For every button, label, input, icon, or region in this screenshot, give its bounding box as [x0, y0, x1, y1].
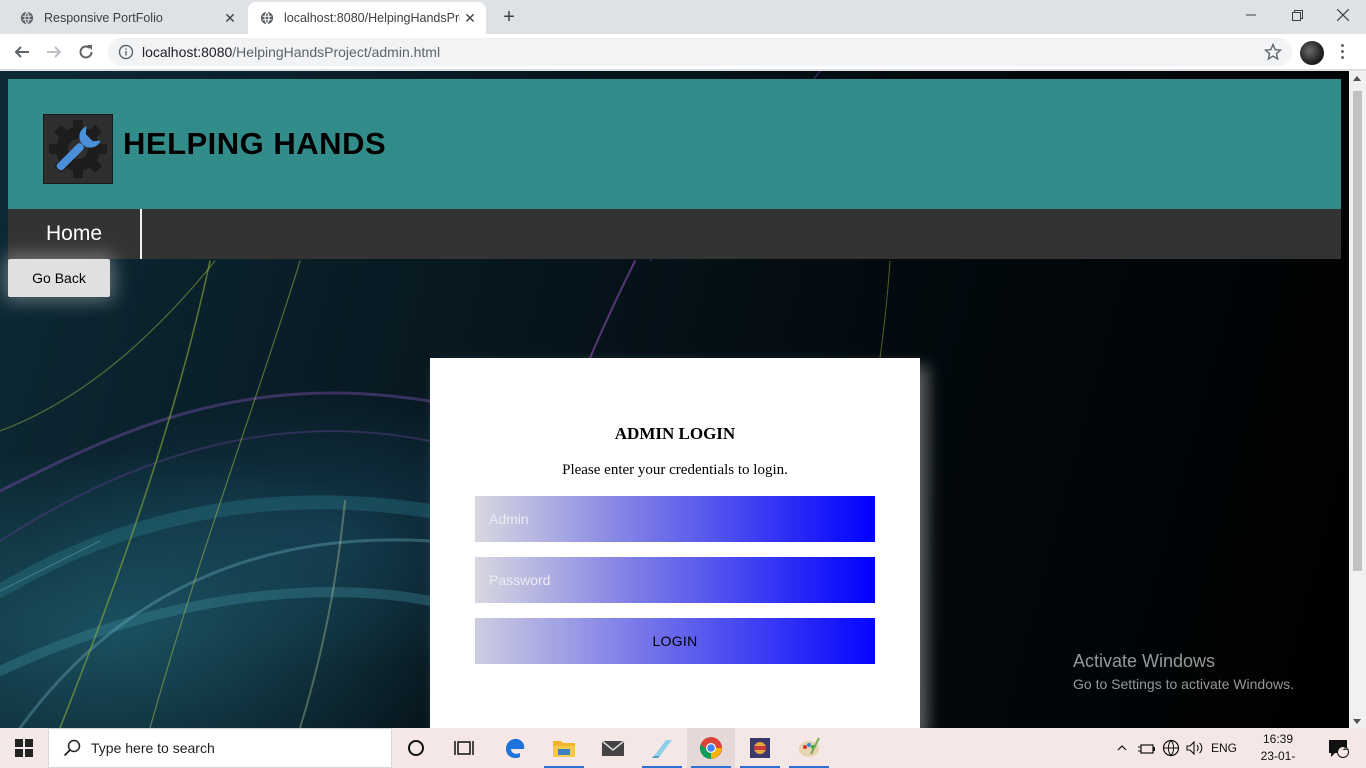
minimize-button[interactable] — [1228, 0, 1274, 30]
mail-button[interactable] — [589, 728, 637, 768]
close-tab-icon[interactable]: ✕ — [222, 10, 238, 26]
tab-responsive-portfolio[interactable]: Responsive PortFolio ✕ — [8, 2, 246, 34]
arrow-left-icon — [14, 46, 29, 58]
close-icon — [1337, 9, 1349, 21]
scroll-up-icon[interactable] — [1353, 76, 1361, 81]
battery-tray-button[interactable] — [1136, 728, 1158, 768]
minimize-icon — [1246, 14, 1256, 16]
search-icon — [63, 739, 81, 757]
network-tray-button[interactable] — [1160, 728, 1182, 768]
site-logo — [43, 114, 113, 184]
site-title: HELPING HANDS — [123, 126, 387, 161]
site-header: HELPING HANDS — [8, 79, 1341, 209]
page-viewport: HELPING HANDS Home Go Back ADMIN LOGIN P… — [0, 71, 1366, 728]
site-navbar: Home — [8, 209, 1341, 259]
language-indicator[interactable]: ENG — [1208, 728, 1240, 768]
activate-windows-watermark: Activate Windows Go to Settings to activ… — [1073, 651, 1294, 692]
tab-title: Responsive PortFolio — [44, 11, 163, 25]
chevron-up-icon — [1117, 745, 1127, 751]
close-window-button[interactable] — [1320, 0, 1366, 30]
cortana-button[interactable] — [392, 728, 440, 768]
globe-icon — [20, 11, 34, 25]
browser-toolbar: localhost:8080/HelpingHandsProject/admin… — [0, 34, 1366, 70]
url-host: localhost:8080 — [142, 44, 233, 60]
tab-admin-page[interactable]: localhost:8080/HelpingHandsProject/admin… — [248, 2, 486, 34]
taskbar-search[interactable]: Type here to search — [48, 728, 392, 768]
windows-logo-icon — [15, 739, 33, 757]
tab-title: localhost:8080/HelpingHandsProject/admin… — [284, 11, 460, 25]
notepad-icon — [652, 740, 672, 758]
browser-tabstrip: Responsive PortFolio ✕ localhost:8080/He… — [0, 0, 1366, 34]
app-icon — [750, 738, 770, 758]
watermark-title: Activate Windows — [1073, 651, 1216, 671]
clock-date: 23-01-2021 — [1260, 749, 1296, 768]
taskbar-clock[interactable]: 16:39 23-01-2021 — [1252, 731, 1304, 768]
notepad-app-button[interactable] — [638, 728, 686, 768]
restore-button[interactable] — [1274, 0, 1320, 30]
go-back-button[interactable]: Go Back — [8, 259, 110, 297]
start-button[interactable] — [0, 728, 48, 768]
login-button[interactable]: LOGIN — [475, 618, 875, 664]
java-app-button[interactable] — [736, 728, 784, 768]
notification-count: 1 — [1342, 742, 1348, 753]
paint-app-button[interactable] — [785, 728, 833, 768]
speaker-icon — [1186, 741, 1203, 755]
password-input[interactable] — [475, 557, 875, 603]
battery-plug-icon — [1138, 744, 1155, 754]
reload-button[interactable] — [74, 40, 98, 64]
browser-menu-icon[interactable] — [1337, 42, 1347, 62]
folder-icon — [553, 741, 575, 757]
restore-icon — [1291, 9, 1303, 21]
close-tab-icon[interactable]: ✕ — [462, 10, 478, 26]
show-hidden-icons-button[interactable] — [1112, 728, 1132, 768]
bookmark-star-icon[interactable] — [1264, 43, 1282, 61]
search-placeholder: Type here to search — [91, 740, 215, 756]
task-view-button[interactable] — [440, 728, 488, 768]
info-icon[interactable] — [118, 44, 134, 60]
globe-icon — [260, 11, 274, 25]
file-explorer-button[interactable] — [540, 728, 588, 768]
windows-taskbar: Type here to search ENG 16:39 23-01-2021 — [0, 728, 1366, 768]
login-heading: ADMIN LOGIN — [614, 424, 736, 443]
nav-home-link[interactable]: Home — [8, 209, 142, 259]
new-tab-button[interactable]: + — [498, 6, 520, 28]
arrow-right-icon — [47, 46, 62, 58]
edge-taskbar-button[interactable] — [491, 728, 539, 768]
chrome-icon — [699, 737, 722, 759]
username-input[interactable] — [475, 496, 875, 542]
paint-palette-icon — [799, 737, 820, 757]
back-button[interactable] — [10, 40, 34, 64]
url-path: /HelpingHandsProject/admin.html — [232, 44, 441, 60]
admin-login-card: ADMIN LOGIN Please enter your credential… — [430, 358, 920, 728]
address-bar[interactable]: localhost:8080/HelpingHandsProject/admin… — [108, 38, 1292, 66]
forward-button[interactable] — [42, 40, 66, 64]
scrollbar-thumb[interactable] — [1353, 91, 1362, 571]
mail-icon — [601, 740, 625, 756]
wrench-gear-icon — [49, 120, 107, 178]
reload-icon — [79, 45, 93, 59]
watermark-subtitle: Go to Settings to activate Windows. — [1073, 676, 1294, 692]
url-text: localhost:8080/HelpingHandsProject/admin… — [142, 44, 440, 60]
page-scrollbar[interactable] — [1349, 71, 1366, 728]
scroll-down-icon[interactable] — [1353, 719, 1361, 724]
action-center-button[interactable]: 1 — [1318, 728, 1358, 768]
chrome-button[interactable] — [687, 728, 735, 768]
globe-network-icon — [1162, 739, 1180, 757]
cortana-icon — [408, 740, 424, 756]
clock-time: 16:39 — [1262, 732, 1294, 746]
profile-avatar[interactable] — [1300, 41, 1324, 65]
edge-icon — [506, 738, 525, 759]
login-subtitle: Please enter your credentials to login. — [562, 462, 788, 478]
volume-tray-button[interactable] — [1184, 728, 1206, 768]
task-view-icon — [454, 741, 474, 755]
